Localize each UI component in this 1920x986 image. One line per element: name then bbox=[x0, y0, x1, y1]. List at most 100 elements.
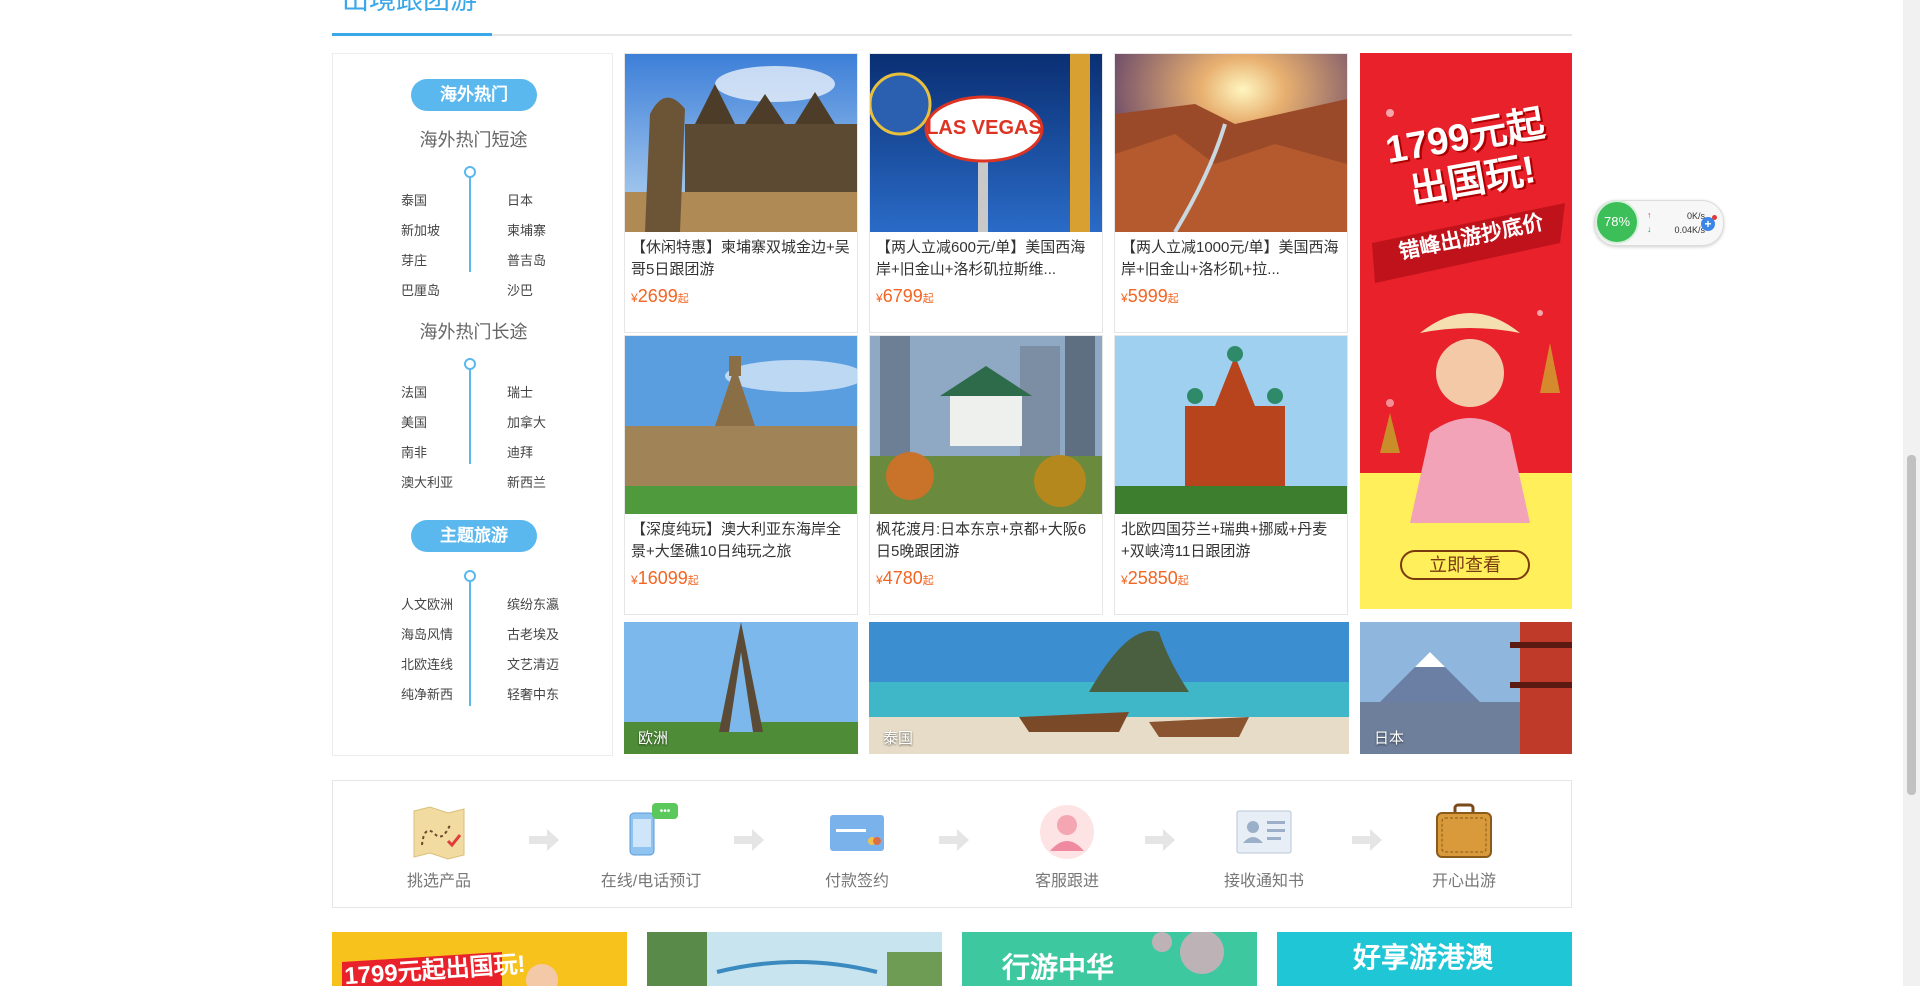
step-label: 在线/电话预订 bbox=[600, 873, 702, 890]
promo-tile-scenic[interactable] bbox=[647, 932, 942, 986]
long-timeline bbox=[469, 364, 471, 464]
promo-banner[interactable]: 1799元起 出国玩! 错峰出游抄底价 立即查看 bbox=[1360, 53, 1572, 609]
link-long-4[interactable]: 南非 bbox=[401, 442, 427, 461]
svg-text:•••: ••• bbox=[660, 806, 671, 817]
product-name: 枫花渡月:日本东京+京都+大阪6日5晚跟团游 bbox=[876, 521, 1087, 560]
product-price: ¥2699起 bbox=[631, 286, 689, 306]
banner-view-button[interactable]: 立即查看 bbox=[1400, 550, 1530, 580]
destination-tile-japan[interactable]: 日本 bbox=[1360, 622, 1572, 754]
link-short-7[interactable]: 沙巴 bbox=[507, 280, 533, 299]
product-card[interactable]: 【休闲特惠】柬埔寨双城金边+吴哥5日跟团游 ¥2699起 bbox=[624, 53, 858, 333]
link-theme-6[interactable]: 纯净新西 bbox=[401, 684, 453, 703]
short-timeline bbox=[469, 172, 471, 272]
product-card[interactable]: 【深度纯玩】澳大利亚东海岸全景+大堡礁10日纯玩之旅 ¥16099起 bbox=[624, 335, 858, 615]
link-long-3[interactable]: 加拿大 bbox=[507, 412, 546, 431]
link-short-2[interactable]: 新加坡 bbox=[401, 220, 440, 239]
svg-text:LAS VEGAS: LAS VEGAS bbox=[926, 117, 1042, 139]
suitcase-icon bbox=[1436, 803, 1492, 858]
notification-dot bbox=[1712, 215, 1717, 220]
product-card[interactable]: 枫花渡月:日本东京+京都+大阪6日5晚跟团游 ¥4780起 bbox=[869, 335, 1103, 615]
pill-overseas-hot[interactable]: 海外热门 bbox=[411, 79, 537, 111]
short-trip-title: 海外热门短途 bbox=[419, 130, 528, 150]
short-timeline-dot bbox=[464, 166, 476, 178]
promo-tile-china[interactable]: 行游中华 bbox=[962, 932, 1257, 986]
arrow-right-icon bbox=[529, 829, 559, 851]
upload-speed: 0K/s bbox=[1686, 211, 1705, 221]
link-short-0[interactable]: 泰国 bbox=[401, 190, 427, 209]
product-name: 【两人立减600元/单】美国西海岸+旧金山+洛杉矶拉斯维... bbox=[876, 239, 1086, 278]
destination-panel: 海外热门 海外热门短途 泰国 日本 新加坡 柬埔寨 芽庄 普吉岛 巴厘岛 沙巴 … bbox=[332, 53, 613, 756]
arrow-right-icon bbox=[1145, 829, 1175, 851]
theme-timeline-dot bbox=[464, 570, 476, 582]
destination-tile-thailand[interactable]: 泰国 bbox=[869, 622, 1349, 754]
promo-tile-hk-macau[interactable]: 好享游港澳 bbox=[1277, 932, 1572, 986]
product-price: ¥25850起 bbox=[1121, 568, 1189, 588]
booking-process: 挑选产品 ••• 在线/电话预订 付款签约 客服跟进 接收通知书 开心出游 bbox=[332, 780, 1572, 908]
speed-percent: 78% bbox=[1595, 200, 1639, 244]
destination-tile-europe[interactable]: 欧洲 bbox=[624, 622, 858, 754]
pill-theme-travel[interactable]: 主题旅游 bbox=[411, 520, 537, 552]
link-short-6[interactable]: 巴厘岛 bbox=[401, 280, 440, 299]
product-card[interactable]: 北欧四国芬兰+瑞典+挪威+丹麦+双峡湾11日跟团游 ¥25850起 bbox=[1114, 335, 1348, 615]
arrow-right-icon bbox=[734, 829, 764, 851]
destination-image-thailand bbox=[869, 622, 1349, 754]
link-short-4[interactable]: 芽庄 bbox=[401, 250, 427, 269]
link-short-3[interactable]: 柬埔寨 bbox=[507, 220, 546, 239]
network-speed-widget[interactable]: 78% ↑ ↓ 0K/s 0.04K/s + bbox=[1594, 200, 1724, 246]
destination-label: 日本 bbox=[1374, 730, 1405, 747]
link-theme-7[interactable]: 轻奢中东 bbox=[507, 684, 559, 703]
upload-arrow-icon: ↑ bbox=[1647, 210, 1652, 220]
product-image-canyon bbox=[1115, 54, 1347, 232]
product-image-helsinki-cathedral bbox=[1115, 336, 1347, 514]
arrow-right-icon bbox=[939, 829, 969, 851]
arrow-right-icon bbox=[1352, 829, 1382, 851]
link-short-5[interactable]: 普吉岛 bbox=[507, 250, 546, 269]
link-long-1[interactable]: 瑞士 bbox=[507, 382, 533, 401]
product-card[interactable]: LAS VEGAS 【两人立减600元/单】美国西海岸+旧金山+洛杉矶拉斯维..… bbox=[869, 53, 1103, 333]
service-agent-icon bbox=[1040, 805, 1094, 859]
link-theme-1[interactable]: 缤纷东瀛 bbox=[507, 594, 559, 613]
promo-text: 好享游港澳 bbox=[1353, 942, 1494, 973]
promo-tile-outbound[interactable]: 1799元起出国玩! bbox=[332, 932, 627, 986]
product-image-las-vegas: LAS VEGAS bbox=[870, 54, 1102, 232]
product-name: 北欧四国芬兰+瑞典+挪威+丹麦+双峡湾11日跟团游 bbox=[1121, 521, 1328, 560]
scrollbar-thumb[interactable] bbox=[1907, 455, 1916, 795]
promo-text: 行游中华 bbox=[1002, 952, 1115, 983]
product-price: ¥16099起 bbox=[631, 568, 699, 588]
link-theme-2[interactable]: 海岛风情 bbox=[401, 624, 453, 643]
section-title: 出境跟团游 bbox=[342, 0, 477, 15]
credit-card-icon bbox=[830, 815, 884, 851]
download-speed: 0.04K/s bbox=[1674, 225, 1705, 235]
product-image-angkor bbox=[625, 54, 857, 232]
page-scrollbar[interactable] bbox=[1903, 0, 1920, 986]
product-name: 【两人立减1000元/单】美国西海岸+旧金山+洛杉矶+拉... bbox=[1121, 239, 1339, 278]
destination-label: 欧洲 bbox=[638, 730, 669, 747]
promo-image-scenic bbox=[647, 932, 942, 986]
product-price: ¥6799起 bbox=[876, 286, 934, 306]
product-image-osaka-castle bbox=[870, 336, 1102, 514]
product-name: 【深度纯玩】澳大利亚东海岸全景+大堡礁10日纯玩之旅 bbox=[631, 521, 842, 560]
step-label: 付款签约 bbox=[824, 873, 889, 890]
step-label: 开心出游 bbox=[1431, 873, 1496, 890]
section-header: 出境跟团游 bbox=[332, 0, 1572, 36]
download-arrow-icon: ↓ bbox=[1647, 224, 1652, 234]
section-title-underline bbox=[332, 33, 492, 36]
link-long-0[interactable]: 法国 bbox=[401, 382, 427, 401]
link-theme-0[interactable]: 人文欧洲 bbox=[401, 594, 453, 613]
link-theme-4[interactable]: 北欧连线 bbox=[401, 654, 453, 673]
long-trip-title: 海外热门长途 bbox=[419, 322, 528, 342]
link-long-2[interactable]: 美国 bbox=[401, 412, 427, 431]
product-card[interactable]: 【两人立减1000元/单】美国西海岸+旧金山+洛杉矶+拉... ¥5999起 bbox=[1114, 53, 1348, 333]
product-price: ¥4780起 bbox=[876, 568, 934, 588]
link-short-1[interactable]: 日本 bbox=[507, 190, 533, 209]
link-theme-5[interactable]: 文艺清迈 bbox=[507, 654, 559, 673]
step-label: 挑选产品 bbox=[406, 873, 471, 890]
product-image-sydney-university bbox=[625, 336, 857, 514]
link-long-7[interactable]: 新西兰 bbox=[507, 472, 546, 491]
link-long-5[interactable]: 迪拜 bbox=[507, 442, 533, 461]
destination-label: 泰国 bbox=[883, 730, 914, 747]
phone-chat-icon: ••• bbox=[629, 803, 678, 856]
link-theme-3[interactable]: 古老埃及 bbox=[507, 624, 559, 643]
link-long-6[interactable]: 澳大利亚 bbox=[401, 472, 453, 491]
product-price: ¥5999起 bbox=[1121, 286, 1179, 306]
